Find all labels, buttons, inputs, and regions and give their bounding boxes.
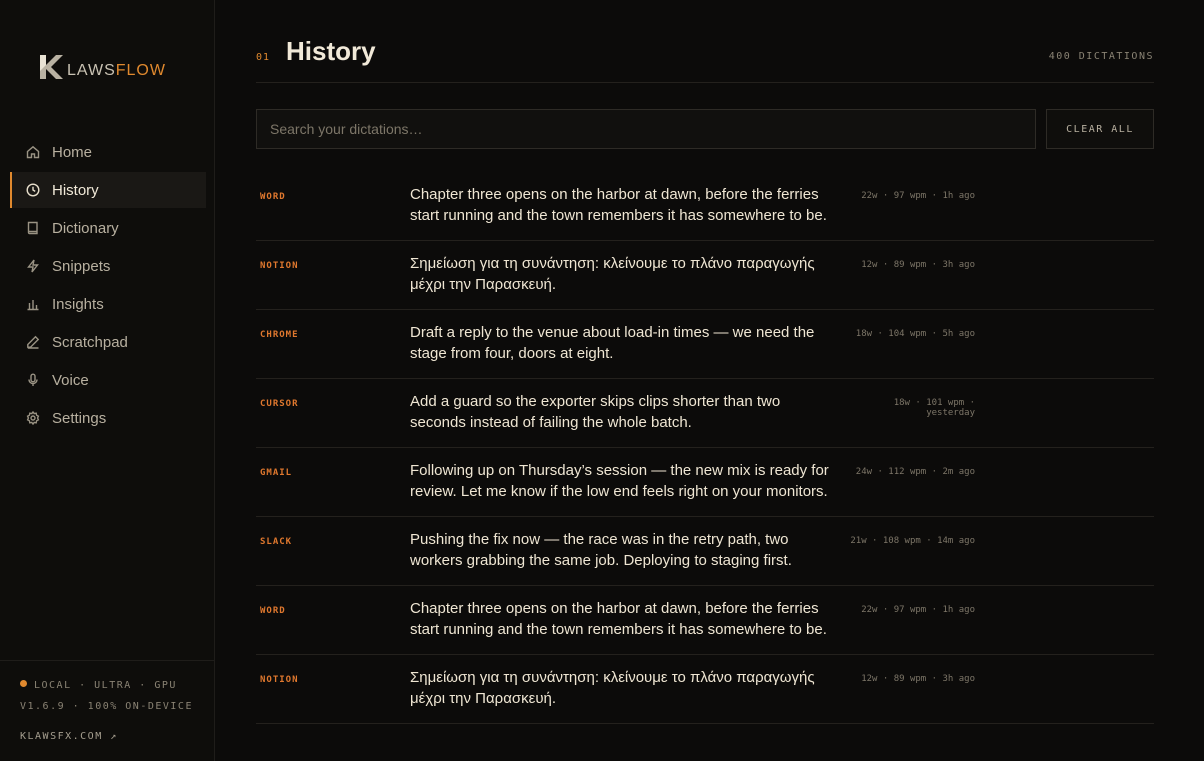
sidebar: LAWSFLOW Home History Dictionary Snippet…: [0, 0, 215, 761]
sidebar-item-dictionary[interactable]: Dictionary: [10, 210, 206, 246]
app-tag: WORD: [260, 606, 286, 616]
dictation-meta: 12w · 89 wpm · 3h ago: [861, 674, 975, 684]
sidebar-item-label: Settings: [52, 409, 107, 427]
app-window: LAWSFLOW Home History Dictionary Snippet…: [0, 0, 1204, 761]
dictation-text: Add a guard so the exporter skips clips …: [410, 393, 781, 431]
bolt-icon: [26, 259, 40, 273]
sidebar-item-history[interactable]: History: [10, 172, 206, 208]
version-text: V1.6.9 · 100% ON-DEVICE: [20, 701, 193, 712]
dictation-meta: 22w · 97 wpm · 1h ago: [861, 191, 975, 201]
dictation-list: WORD Chapter three opens on the harbor a…: [256, 172, 1154, 724]
page-title: History: [286, 36, 376, 66]
dictation-text: Draft a reply to the venue about load-in…: [410, 324, 815, 362]
home-icon: [26, 145, 40, 159]
sidebar-item-label: History: [52, 181, 99, 199]
sidebar-item-label: Snippets: [52, 257, 111, 275]
dictation-meta: 22w · 97 wpm · 1h ago: [861, 605, 975, 615]
logo: LAWSFLOW: [37, 50, 166, 82]
sidebar-item-label: Home: [52, 143, 93, 161]
website-link[interactable]: KLAWSFX.COM ↗: [20, 731, 118, 742]
sidebar-nav: Home History Dictionary Snippets Insight…: [10, 134, 206, 438]
status-dot-icon: [20, 680, 27, 687]
clock-icon: [26, 183, 40, 197]
dictation-text: Σημείωση για τη συνάντηση: κλείνουμε το …: [410, 255, 815, 293]
sidebar-item-voice[interactable]: Voice: [10, 362, 206, 398]
list-item[interactable]: WORD Chapter three opens on the harbor a…: [256, 586, 1154, 655]
app-tag: CURSOR: [260, 399, 299, 409]
book-icon: [26, 221, 40, 235]
app-tag: SLACK: [260, 537, 293, 547]
logo-word-b: FLOW: [115, 61, 166, 79]
sidebar-item-label: Voice: [52, 371, 89, 389]
app-tag: NOTION: [260, 675, 299, 685]
list-item[interactable]: WORD Chapter three opens on the harbor a…: [256, 172, 1154, 241]
list-item[interactable]: SLACK Pushing the fix now — the race was…: [256, 517, 1154, 586]
main-content: 01 History 400 DICTATIONS CLEAR ALL WORD…: [215, 0, 1204, 761]
logo-k-icon: [40, 55, 63, 79]
sidebar-item-insights[interactable]: Insights: [10, 286, 206, 322]
dictation-meta: 21w · 108 wpm · 14m ago: [850, 536, 975, 546]
gear-icon: [26, 411, 40, 425]
dictation-meta: 18w · 101 wpm · yesterday: [893, 398, 975, 418]
search-input[interactable]: [256, 109, 1036, 149]
dictation-text: Chapter three opens on the harbor at daw…: [410, 600, 827, 638]
dictation-text: Following up on Thursday’s session — the…: [410, 462, 829, 500]
list-item[interactable]: CHROME Draft a reply to the venue about …: [256, 310, 1154, 379]
pen-icon: [26, 335, 40, 349]
sidebar-item-settings[interactable]: Settings: [10, 400, 206, 436]
dictation-text: Σημείωση για τη συνάντηση: κλείνουμε το …: [410, 669, 815, 707]
list-item[interactable]: NOTION Σημείωση για τη συνάντηση: κλείνο…: [256, 241, 1154, 310]
app-tag: WORD: [260, 192, 286, 202]
sidebar-item-snippets[interactable]: Snippets: [10, 248, 206, 284]
sidebar-item-home[interactable]: Home: [10, 134, 206, 170]
list-item[interactable]: NOTION Σημείωση για τη συνάντηση: κλείνο…: [256, 655, 1154, 724]
logo-word-a: LAWS: [67, 61, 116, 79]
page-header: 01 History 400 DICTATIONS: [256, 30, 1154, 83]
sidebar-footer: LOCAL · ULTRA · GPU V1.6.9 · 100% ON-DEV…: [0, 660, 214, 742]
bar-chart-icon: [26, 297, 40, 311]
status-text: LOCAL · ULTRA · GPU: [34, 680, 177, 691]
sidebar-item-label: Scratchpad: [52, 333, 128, 351]
sidebar-item-scratchpad[interactable]: Scratchpad: [10, 324, 206, 360]
app-tag: GMAIL: [260, 468, 293, 478]
logo-wordmark: LAWSFLOW: [67, 62, 166, 80]
dictation-meta: 24w · 112 wpm · 2m ago: [855, 467, 975, 477]
dictation-text: Chapter three opens on the harbor at daw…: [410, 186, 827, 224]
list-item[interactable]: CURSOR Add a guard so the exporter skips…: [256, 379, 1154, 448]
clear-all-button[interactable]: CLEAR ALL: [1046, 109, 1154, 149]
sidebar-item-label: Dictionary: [52, 219, 119, 237]
dictation-meta: 18w · 104 wpm · 5h ago: [855, 329, 975, 339]
dictation-text: Pushing the fix now — the race was in th…: [410, 531, 792, 569]
dictation-meta: 12w · 89 wpm · 3h ago: [861, 260, 975, 270]
engine-status: LOCAL · ULTRA · GPU V1.6.9 · 100% ON-DEV…: [0, 661, 214, 717]
mic-icon: [26, 373, 40, 387]
app-tag: CHROME: [260, 330, 299, 340]
app-tag: NOTION: [260, 261, 299, 271]
list-item[interactable]: GMAIL Following up on Thursday’s session…: [256, 448, 1154, 517]
sidebar-item-label: Insights: [52, 295, 104, 313]
section-number: 01: [256, 52, 271, 63]
dictation-count: 400 DICTATIONS: [1048, 51, 1154, 62]
